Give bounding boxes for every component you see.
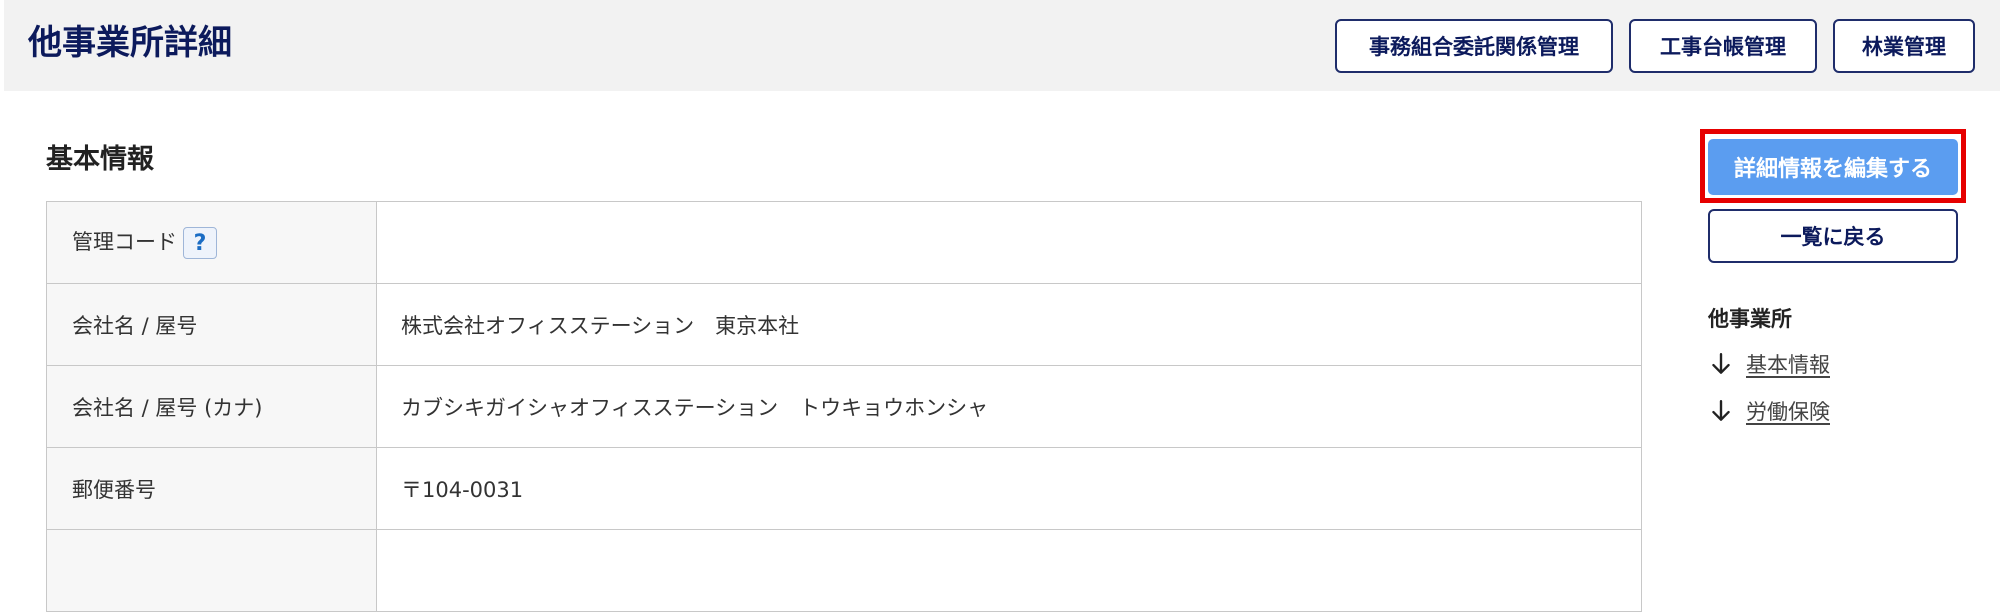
nav-link-basic-info[interactable]: 基本情報 [1708,349,1830,379]
company-name-kana-value: カブシキガイシャオフィスステーション トウキョウホンシャ [376,365,1642,448]
nav-link-label: 労働保険 [1746,400,1830,424]
table-row: 郵便番号 〒104-0031 [46,447,1642,530]
table-row: 会社名 / 屋号 (カナ) カブシキガイシャオフィスステーション トウキョウホン… [46,365,1642,448]
nav-link-label: 基本情報 [1746,353,1830,377]
arrow-down-icon [1712,353,1730,374]
management-code-value [376,201,1642,284]
row-value [376,529,1642,612]
management-code-label: 管理コード [72,230,177,254]
page-title: 他事業所詳細 [28,23,232,63]
forestry-management-button[interactable]: 林業管理 [1833,19,1975,73]
company-name-value: 株式会社オフィスステーション 東京本社 [376,283,1642,366]
row-label [46,529,377,612]
help-icon[interactable]: ? [183,227,217,259]
office-association-management-button[interactable]: 事務組合委託関係管理 [1335,19,1613,73]
company-name-label: 会社名 / 屋号 [46,283,377,366]
edit-details-button[interactable]: 詳細情報を編集する [1708,139,1958,195]
basic-info-heading: 基本情報 [46,144,154,175]
row-label: 管理コード? [46,201,377,284]
page-header: 他事業所詳細 事務組合委託関係管理 工事台帳管理 林業管理 [4,0,2000,91]
table-row [46,529,1642,612]
back-to-list-button[interactable]: 一覧に戻る [1708,209,1958,263]
arrow-down-icon [1712,400,1730,421]
table-row: 会社名 / 屋号 株式会社オフィスステーション 東京本社 [46,283,1642,366]
basic-info-table: 管理コード? 会社名 / 屋号 株式会社オフィスステーション 東京本社 会社名 … [46,201,1642,612]
construction-ledger-management-button[interactable]: 工事台帳管理 [1629,19,1817,73]
nav-link-labor-insurance[interactable]: 労働保険 [1708,396,1830,426]
postal-code-label: 郵便番号 [46,447,377,530]
postal-code-value: 〒104-0031 [376,447,1642,530]
table-row: 管理コード? [46,201,1642,284]
side-nav-heading: 他事業所 [1708,307,1792,331]
company-name-kana-label: 会社名 / 屋号 (カナ) [46,365,377,448]
